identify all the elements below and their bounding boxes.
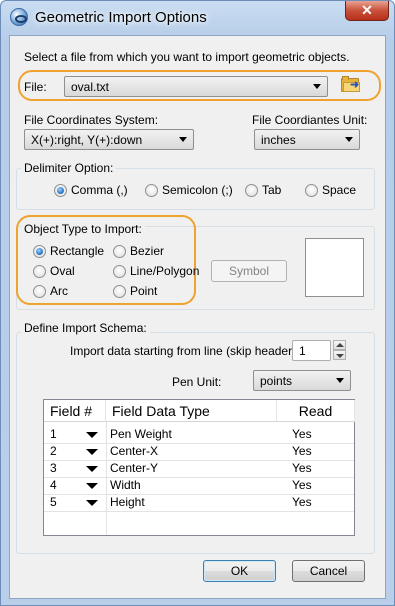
object-type-group-title: Object Type to Import: [21,222,145,236]
pen-unit-label: Pen Unit: [172,375,222,389]
dropdown-arrow-icon[interactable] [86,466,98,472]
table-cell-read[interactable]: Yes [288,460,312,477]
radio-comma-label: Comma (,) [71,183,128,197]
column-header-field-type[interactable]: Field Data Type [106,400,277,422]
radio-unchecked-icon [113,264,126,278]
start-line-value: 1 [299,344,306,358]
file-instruction: Select a file from which you want to imp… [24,50,350,64]
title-bar[interactable]: Geometric Import Options ✕ [1,1,394,35]
radio-tab-label: Tab [262,183,282,197]
column-header-field-num[interactable]: Field # [44,400,106,422]
table-cell-num: 2 [50,444,57,458]
radio-space[interactable]: Space [305,183,356,197]
table-cell-type[interactable]: Height [106,494,145,511]
dropdown-arrow-icon[interactable] [86,500,98,506]
radio-unchecked-icon [33,284,46,298]
coord-system-label: File Coordinates System: [24,113,159,127]
radio-point-label: Point [130,284,158,298]
pen-unit-value: points [260,374,293,388]
radio-point[interactable]: Point [113,284,157,298]
radio-bezier-label: Bezier [130,244,165,258]
radio-line-polygon-label: Line/Polygon [130,264,200,278]
radio-tab[interactable]: Tab [245,183,281,197]
table-cell-type[interactable]: Center-Y [106,460,158,477]
chevron-down-icon [179,137,187,142]
start-line-spinner[interactable] [333,340,346,360]
radio-line-polygon[interactable]: Line/Polygon [113,264,199,278]
table-cell-num: 4 [50,478,57,492]
radio-arc-label: Arc [50,284,68,298]
delimiter-group-title: Delimiter Option: [21,161,117,175]
chevron-down-icon [313,84,321,89]
radio-arc[interactable]: Arc [33,284,68,298]
radio-unchecked-icon [145,183,158,197]
dialog-body: Select a file from which you want to imp… [9,35,386,599]
start-line-input[interactable]: 1 [292,340,331,361]
dropdown-arrow-icon[interactable] [86,449,98,455]
table-cell-num: 5 [50,495,57,509]
file-label: File: [24,80,47,94]
dialog-window: Geometric Import Options ✕ Select a file… [0,0,395,606]
radio-checked-icon [33,244,46,258]
table-cell-read[interactable]: Yes [288,477,312,494]
schema-table[interactable]: Field # Field Data Type Read 1 Pen Weigh… [43,399,355,536]
app-globe-icon [10,8,28,26]
close-button[interactable]: ✕ [345,1,389,21]
ok-button[interactable]: OK [203,560,276,582]
radio-unchecked-icon [113,284,126,298]
coord-unit-value: inches [261,133,296,147]
table-cell-num: 3 [50,461,57,475]
chevron-down-icon [345,137,353,142]
dropdown-arrow-icon[interactable] [86,483,98,489]
radio-rectangle[interactable]: Rectangle [33,244,104,258]
radio-checked-icon [54,183,67,197]
pen-unit-combo[interactable]: points [253,370,351,391]
radio-comma[interactable]: Comma (,) [54,183,128,197]
table-cell-type[interactable]: Center-X [106,443,158,460]
schema-group-title: Define Import Schema: [21,321,150,335]
coord-unit-label: File Coordiantes Unit: [252,113,368,127]
dialog-title: Geometric Import Options [35,9,207,26]
radio-oval[interactable]: Oval [33,264,75,278]
radio-bezier[interactable]: Bezier [113,244,164,258]
radio-semicolon[interactable]: Semicolon (;) [145,183,233,197]
table-cell-read[interactable]: Yes [288,494,312,511]
coord-unit-combo[interactable]: inches [254,129,360,150]
dropdown-arrow-icon[interactable] [86,432,98,438]
chevron-down-icon [336,378,344,383]
radio-semicolon-label: Semicolon (;) [162,183,233,197]
radio-space-label: Space [322,183,357,197]
file-combo[interactable]: oval.txt [64,76,328,97]
radio-rectangle-label: Rectangle [50,244,105,258]
coord-system-value: X(+):right, Y(+):down [31,133,143,147]
cancel-button[interactable]: Cancel [292,560,365,582]
start-line-label: Import data starting from line (skip hea… [70,344,300,358]
table-cell-type[interactable]: Pen Weight [106,426,172,443]
radio-unchecked-icon [33,264,46,278]
radio-unchecked-icon [305,183,318,197]
radio-unchecked-icon [113,244,126,258]
radio-oval-label: Oval [50,264,75,278]
spin-down-icon[interactable] [333,350,346,360]
symbol-preview [305,238,364,297]
spin-up-icon[interactable] [333,340,346,350]
radio-unchecked-icon [245,183,258,197]
column-header-read[interactable]: Read [277,400,355,422]
table-cell-num: 1 [50,427,57,441]
open-folder-icon[interactable]: ➜ [341,76,361,92]
table-cell-read[interactable]: Yes [288,426,312,443]
symbol-button[interactable]: Symbol [211,260,287,282]
table-cell-type[interactable]: Width [106,477,141,494]
coord-system-combo[interactable]: X(+):right, Y(+):down [24,129,194,150]
file-combo-value: oval.txt [71,80,110,94]
table-cell-read[interactable]: Yes [288,443,312,460]
